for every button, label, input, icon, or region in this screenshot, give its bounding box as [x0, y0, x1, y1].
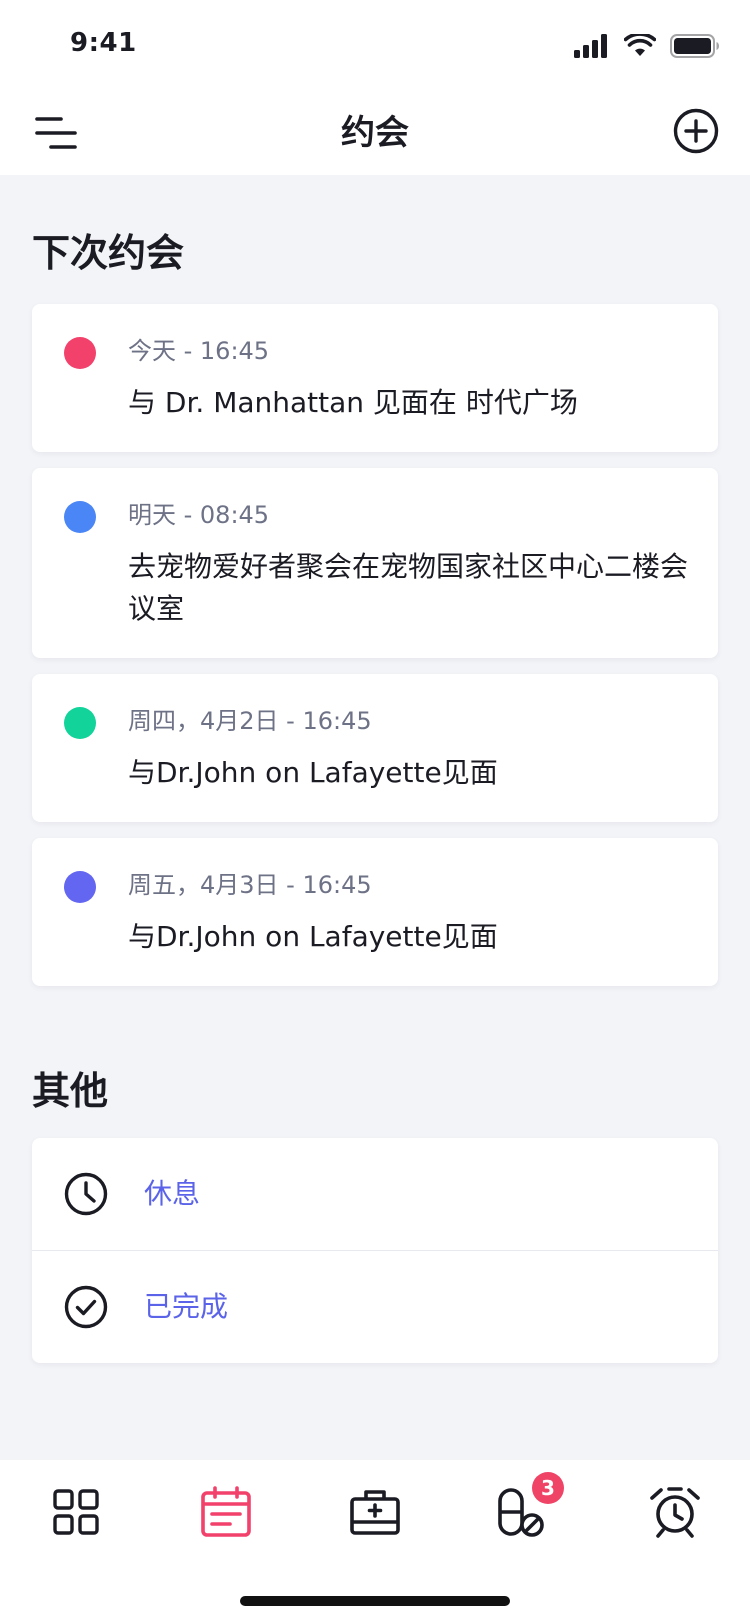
- appointment-color-dot: [64, 337, 96, 369]
- appointment-description: 与Dr.John on Lafayette见面: [128, 756, 498, 789]
- list-item-completed[interactable]: 已完成: [32, 1250, 718, 1363]
- cellular-signal-icon: [574, 34, 607, 58]
- status-time: 9:41: [70, 28, 137, 58]
- appointment-card[interactable]: 周四，4月2日 - 16:45 与Dr.John on Lafayette见面: [32, 674, 718, 822]
- others-list: 休息 已完成: [32, 1138, 718, 1363]
- home-indicator: [240, 1596, 510, 1606]
- header: 约会: [0, 95, 750, 175]
- appointment-color-dot: [64, 871, 96, 903]
- add-appointment-button[interactable]: [670, 105, 722, 157]
- tab-reminders[interactable]: [645, 1482, 705, 1542]
- grid-icon: [53, 1489, 99, 1535]
- battery-icon: [670, 34, 719, 58]
- appointment-color-dot: [64, 501, 96, 533]
- list-item-rest[interactable]: 休息: [32, 1138, 718, 1250]
- appointment-color-dot: [64, 707, 96, 739]
- list-item-label: 已完成: [144, 1290, 229, 1323]
- check-circle-icon: [64, 1285, 108, 1329]
- wifi-icon: [624, 34, 656, 56]
- appointment-card[interactable]: 今天 - 16:45 与 Dr. Manhattan 见面在 时代广场: [32, 304, 718, 452]
- page-title: 约会: [341, 113, 409, 153]
- plus-circle-icon: [673, 108, 719, 154]
- others-section-title: 其他: [32, 1069, 109, 1113]
- bottom-tab-bar: 3: [0, 1460, 750, 1624]
- appointment-card[interactable]: 周五，4月3日 - 16:45 与Dr.John on Lafayette见面: [32, 838, 718, 986]
- appointment-description: 去宠物爱好者聚会在宠物国家社区中心二楼会议室: [128, 550, 689, 625]
- appointment-time: 今天 - 16:45: [128, 337, 270, 365]
- appointment-time: 周四，4月2日 - 16:45: [128, 707, 372, 735]
- alarm-clock-icon: [650, 1487, 700, 1538]
- appointment-time: 明天 - 08:45: [128, 501, 270, 529]
- tab-medical[interactable]: [345, 1482, 405, 1542]
- appointment-card[interactable]: 明天 - 08:45 去宠物爱好者聚会在宠物国家社区中心二楼会议室: [32, 468, 718, 658]
- tab-dashboard[interactable]: [46, 1482, 106, 1542]
- upcoming-section-title: 下次约会: [32, 231, 185, 275]
- tab-medication[interactable]: 3: [492, 1472, 564, 1542]
- list-item-label: 休息: [144, 1177, 201, 1210]
- clock-icon: [64, 1172, 108, 1216]
- top-bar: 9:41 约会: [0, 0, 750, 175]
- medical-kit-icon: [350, 1490, 400, 1535]
- notification-badge: 3: [532, 1472, 564, 1504]
- appointment-description: 与 Dr. Manhattan 见面在 时代广场: [128, 386, 578, 419]
- status-icons: [574, 30, 720, 62]
- appointment-description: 与Dr.John on Lafayette见面: [128, 920, 498, 953]
- upcoming-list: 今天 - 16:45 与 Dr. Manhattan 见面在 时代广场 明天 -…: [32, 304, 718, 1002]
- appointment-time: 周五，4月3日 - 16:45: [128, 871, 372, 899]
- calendar-icon: [201, 1486, 251, 1537]
- tab-appointments[interactable]: [196, 1482, 256, 1542]
